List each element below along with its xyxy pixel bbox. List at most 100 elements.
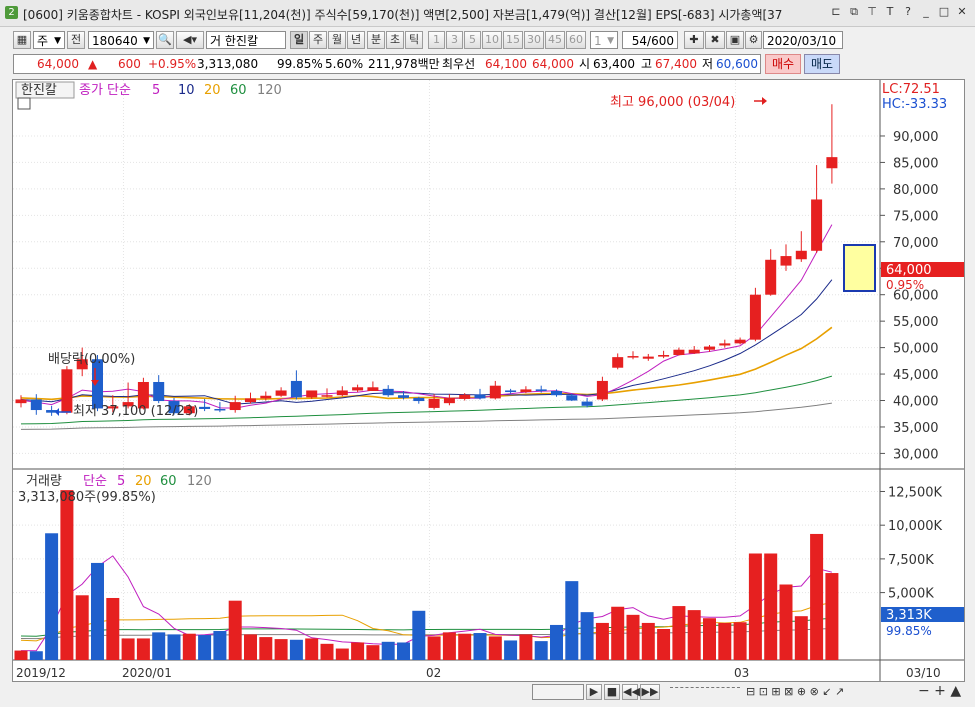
gear-icon[interactable]: ⚙: [745, 31, 762, 49]
lc-label: LC:72.51: [882, 82, 940, 97]
chart-area[interactable]: 90,00085,00080,00075,00070,00065,00060,0…: [12, 79, 965, 682]
candle-body: [61, 369, 73, 413]
volume-bar: [565, 581, 579, 660]
prev-button[interactable]: 전: [67, 31, 85, 49]
low-annotation: 최저 37,100 (12/23): [73, 404, 198, 419]
text-icon[interactable]: T: [883, 5, 897, 19]
candle-body: [551, 390, 562, 396]
volume-bar: [519, 634, 533, 660]
period-weekly[interactable]: 주: [309, 31, 327, 49]
x-label-03: 03: [734, 666, 749, 680]
stock-code-input[interactable]: 180640 ▼: [88, 31, 154, 49]
best-ask: 64,100: [485, 57, 527, 71]
price-tick-label: 45,000: [893, 368, 939, 383]
legend-ma20: 20: [204, 83, 221, 98]
interval-1[interactable]: 1: [428, 31, 445, 49]
chart-tool-icons[interactable]: ⊟ ⊡ ⊞ ⊠ ⊕ ⊗ ↙ ↗: [746, 685, 844, 698]
x-label-2019-12: 2019/12: [16, 666, 66, 680]
volume-bar: [244, 634, 257, 660]
price-tick-label: 85,000: [893, 156, 939, 171]
volume-bar: [136, 638, 150, 660]
bottom-controls: ▶ ■ ◀◀ ▶▶ ⊟ ⊡ ⊞ ⊠ ⊕ ⊗ ↙ ↗ − + ▲: [0, 683, 975, 707]
candle-body: [443, 397, 455, 404]
candle-body: [275, 390, 287, 396]
price-tick-label: 70,000: [893, 236, 939, 251]
price-tick-label: 30,000: [893, 447, 939, 462]
volume-value-label: 3,313,080주(99.85%): [18, 490, 156, 505]
interval-5[interactable]: 5: [464, 31, 481, 49]
candle-body: [566, 395, 578, 401]
zoom-slider[interactable]: [670, 687, 740, 696]
fast-forward-icon[interactable]: ▶▶: [640, 684, 660, 700]
volume-bar: [60, 490, 74, 660]
current-price-axis-label: 64,000: [886, 263, 932, 278]
app-icon: 2: [5, 6, 18, 19]
period-monthly[interactable]: 월: [328, 31, 346, 49]
help-icon[interactable]: ?: [901, 5, 915, 19]
volume-bar: [580, 612, 594, 660]
sell-button[interactable]: 매도: [804, 54, 840, 74]
candle-body: [15, 399, 27, 404]
close-icon[interactable]: ✕: [955, 5, 969, 19]
date-field[interactable]: 2020/03/10▦: [763, 31, 843, 64]
period-second[interactable]: 초: [386, 31, 404, 49]
interval-30[interactable]: 30: [524, 31, 544, 49]
sound-icon[interactable]: ◀▾: [176, 31, 204, 49]
link-icon[interactable]: ⊏: [829, 5, 843, 19]
hc-label: HC:-33.33: [882, 97, 947, 112]
save-icon[interactable]: ▣: [726, 31, 744, 49]
stock-name-field[interactable]: 거 한진칼: [206, 31, 286, 49]
open-price: 63,400: [593, 57, 635, 71]
calculator-icon[interactable]: [17, 97, 31, 110]
candle-body: [535, 389, 547, 391]
restore-icon[interactable]: ⧉: [847, 5, 861, 19]
candle-body: [673, 349, 685, 356]
legend-ma60: 60: [230, 83, 247, 98]
buy-button[interactable]: 매수: [765, 54, 801, 74]
grid-icon[interactable]: ▦: [13, 31, 31, 49]
scroll-track[interactable]: [532, 684, 584, 700]
maximize-icon[interactable]: □: [937, 5, 951, 19]
candle-body: [306, 390, 318, 398]
period-daily[interactable]: 일: [290, 31, 308, 49]
interval-select[interactable]: 1 ▼: [590, 31, 618, 49]
x-label-02: 02: [426, 666, 441, 680]
zoom-out-icon[interactable]: ✖: [705, 31, 725, 49]
pin-icon[interactable]: ⊤: [865, 5, 879, 19]
volume-bar: [289, 639, 303, 660]
interval-10[interactable]: 10: [482, 31, 502, 49]
stop-icon[interactable]: ■: [604, 684, 620, 700]
current-volume-pct-label: 99.85%: [886, 624, 932, 638]
zoom-in-icon[interactable]: ✚: [684, 31, 704, 49]
interval-45[interactable]: 45: [545, 31, 565, 49]
best-quote-label: 최우선: [442, 57, 476, 71]
volume-bar: [657, 628, 671, 660]
minimize-icon[interactable]: _: [919, 5, 933, 19]
period-yearly[interactable]: 년: [347, 31, 365, 49]
period-minute[interactable]: 분: [367, 31, 385, 49]
period-tick[interactable]: 틱: [405, 31, 423, 49]
volume-bar: [534, 641, 548, 660]
x-corner-label: 03/10: [906, 666, 941, 680]
volume-bar: [427, 636, 441, 660]
legend-ma10: 10: [178, 83, 195, 98]
search-icon[interactable]: 🔍: [156, 31, 174, 49]
forecast-box[interactable]: [843, 244, 876, 292]
volume-bar: [488, 636, 502, 660]
rewind-icon[interactable]: ◀◀: [622, 684, 640, 700]
interval-60[interactable]: 60: [566, 31, 586, 49]
market-select[interactable]: 주 ▼: [33, 31, 65, 49]
interval-15[interactable]: 15: [503, 31, 523, 49]
change-percent: +0.95%: [148, 57, 197, 71]
count-field[interactable]: 54/600: [622, 31, 678, 49]
candle-body: [199, 406, 211, 409]
chart-canvas[interactable]: 90,00085,00080,00075,00070,00065,00060,0…: [13, 80, 964, 681]
candle-body: [704, 346, 715, 350]
zoom-buttons[interactable]: − + ▲: [918, 683, 961, 699]
volume-tick-label: 12,500K: [888, 485, 942, 500]
candle-body: [428, 398, 440, 408]
interval-3[interactable]: 3: [446, 31, 463, 49]
candle-body: [520, 389, 532, 393]
volume-bar: [381, 641, 395, 660]
play-icon[interactable]: ▶: [586, 684, 602, 700]
